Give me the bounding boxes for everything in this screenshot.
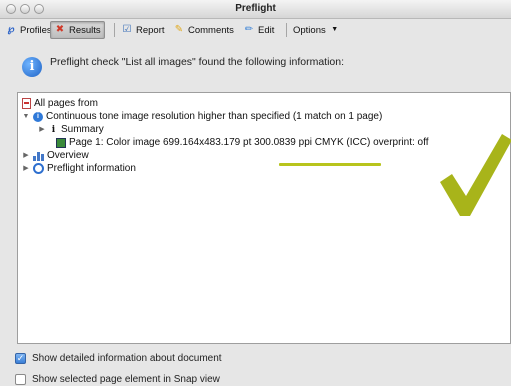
options-menu-button[interactable]: Options ▼ [290,21,344,39]
detailed-info-checkbox[interactable]: ✓ [15,352,26,364]
toolbar-separator [114,23,115,37]
tab-edit[interactable]: ✏ Edit [240,21,277,39]
profiles-icon: ℘ [7,24,15,35]
options-label: Options [293,24,326,36]
disclosure-collapsed-icon[interactable]: ▶ [22,149,30,162]
tab-results[interactable]: ✖ Results [50,21,105,39]
info-icon: i [33,111,43,122]
checkmark-icon [440,134,511,216]
disclosure-collapsed-icon[interactable]: ▶ [22,162,30,175]
detailed-info-option[interactable]: ✓ Show detailed information about docume… [15,351,222,365]
tree-item-page1-image[interactable]: Page 1: Color image 699.164x483.179 pt 3… [56,136,429,149]
tab-report[interactable]: ☑ Report [118,21,168,39]
tab-profiles[interactable]: ℘ Profiles [2,21,55,39]
tree-item-label: Continuous tone image resolution higher … [46,111,383,122]
tree-item-continuous-tone[interactable]: ▼ i Continuous tone image resolution hig… [22,110,383,123]
tab-comments[interactable]: ✎ Comments [170,21,237,39]
tree-item-label: All pages from [34,98,98,109]
summary-icon: i [51,124,56,135]
chevron-down-icon: ▼ [331,26,339,33]
disclosure-collapsed-icon[interactable]: ▶ [38,123,46,136]
pdf-document-icon [22,98,31,109]
tab-edit-label: Edit [258,24,275,36]
tree-item-label: Overview [47,150,89,161]
snap-view-label: Show selected page element in Snap view [32,373,220,385]
tree-item-label: Page 1: Color image 699.164x483.179 pt 3… [69,137,429,148]
report-icon: ☑ [122,24,132,35]
detailed-info-label: Show detailed information about document [32,352,222,364]
results-icon: ✖ [55,24,65,35]
tab-comments-label: Comments [188,24,234,36]
disclosure-expanded-icon[interactable]: ▼ [22,110,30,123]
highlight-underline [279,163,381,166]
tree-item-all-pages[interactable]: All pages from [22,97,98,110]
info-bar: i Preflight check "List all images" foun… [0,41,511,91]
tree-item-label: Preflight information [47,163,136,174]
edit-icon: ✏ [244,24,254,35]
comments-icon: ✎ [174,24,184,35]
tab-results-label: Results [69,24,101,36]
info-icon: i [22,57,42,77]
window-title: Preflight [235,3,276,14]
snap-view-checkbox[interactable] [15,373,26,385]
info-message: Preflight check "List all images" found … [50,56,345,68]
tree-item-summary[interactable]: ▶ i Summary [38,123,104,136]
tree-item-preflight-info[interactable]: ▶ Preflight information [22,162,136,175]
preflight-icon [33,163,44,174]
toolbar-separator [286,23,287,37]
results-tree[interactable]: All pages from ▼ i Continuous tone image… [17,92,511,344]
tree-item-label: Summary [61,124,104,135]
toolbar: ℘ Profiles ✖ Results ☑ Report ✎ Comments… [0,19,511,41]
title-bar: Preflight [0,0,511,19]
overview-chart-icon [33,151,44,161]
tree-item-overview[interactable]: ▶ Overview [22,149,89,162]
image-icon [56,137,66,148]
snap-view-option[interactable]: Show selected page element in Snap view [15,372,220,386]
tab-profiles-label: Profiles [20,24,52,36]
tab-report-label: Report [136,24,165,36]
